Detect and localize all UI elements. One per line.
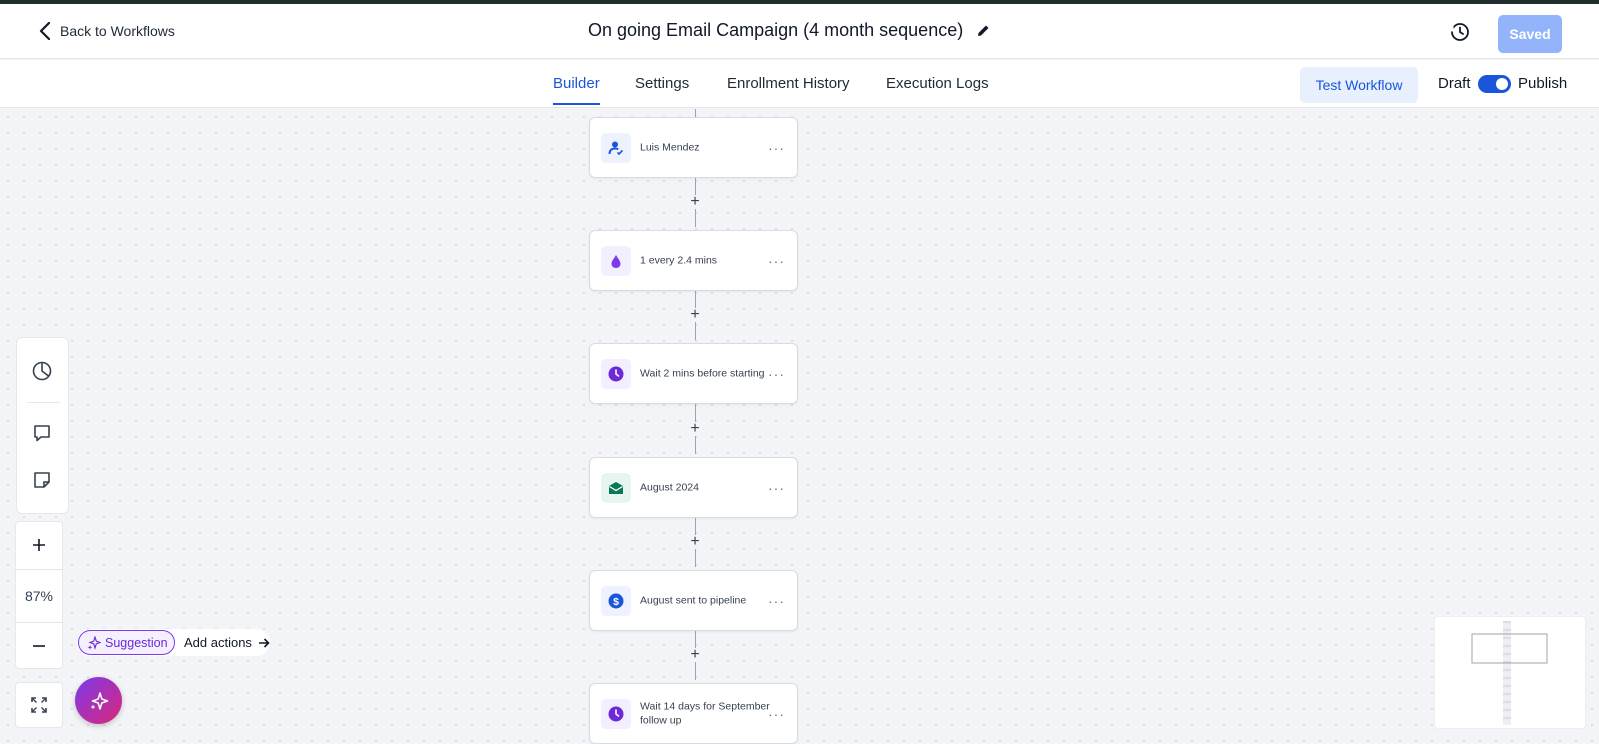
stats-button[interactable]: [31, 360, 53, 387]
add-actions-label: Add actions: [184, 635, 252, 650]
workflow-node-email[interactable]: August 2024 ···: [589, 457, 798, 518]
node-menu-button[interactable]: ···: [768, 253, 785, 269]
zoom-controls: 87%: [15, 521, 63, 669]
tab-enrollment-history[interactable]: Enrollment History: [727, 75, 850, 103]
draft-label: Draft: [1438, 75, 1471, 92]
sticky-note-icon: [34, 472, 50, 488]
divider: [27, 402, 60, 403]
workflow-canvas[interactable]: + + + + + Luis Mendez ··· 1 every 2.4 mi…: [0, 109, 1599, 744]
node-menu-button[interactable]: ···: [768, 140, 785, 156]
sparkle-icon: [87, 635, 101, 650]
canvas-tools-panel: [16, 337, 69, 514]
test-workflow-button[interactable]: Test Workflow: [1300, 67, 1418, 103]
tab-settings[interactable]: Settings: [635, 75, 689, 103]
drip-icon: [601, 246, 631, 276]
history-button[interactable]: [1450, 22, 1470, 47]
suggestion-pill[interactable]: Suggestion: [78, 630, 175, 655]
workflow-node-wait-14-days[interactable]: Wait 14 days for September follow up ···: [589, 683, 798, 744]
sticky-note-button[interactable]: [31, 469, 53, 496]
comment-icon: [34, 425, 50, 442]
minimap-preview: [1471, 621, 1548, 725]
toggle-knob: [1496, 78, 1508, 90]
minimap[interactable]: [1434, 616, 1586, 729]
workflow-title: On going Email Campaign (4 month sequenc…: [588, 20, 964, 40]
node-label: 1 every 2.4 mins: [640, 254, 718, 267]
header: Back to Workflows On going Email Campaig…: [0, 4, 1599, 59]
ai-assistant-button[interactable]: [75, 677, 122, 724]
workflow-node-assign-user[interactable]: Luis Mendez ···: [589, 117, 798, 178]
tabs-bar: Builder Settings Enrollment History Exec…: [0, 60, 1599, 108]
node-menu-button[interactable]: ···: [768, 593, 785, 609]
add-step-button[interactable]: +: [688, 194, 702, 210]
add-step-button[interactable]: +: [688, 421, 702, 437]
zoom-in-button[interactable]: [16, 522, 62, 567]
back-label: Back to Workflows: [60, 23, 175, 39]
dollar-icon: $: [601, 586, 631, 616]
workflow-node-drip[interactable]: 1 every 2.4 mins ···: [589, 230, 798, 291]
connector-line: [695, 109, 696, 117]
node-menu-button[interactable]: ···: [768, 480, 785, 496]
history-icon: [1450, 23, 1469, 41]
sparkle-icon: [90, 691, 108, 710]
suggestion-bar: Suggestion Add actions: [77, 629, 270, 656]
pencil-icon[interactable]: [977, 24, 990, 37]
workflow-node-wait[interactable]: Wait 2 mins before starting ···: [589, 343, 798, 404]
zoom-out-button[interactable]: [16, 623, 62, 668]
publish-toggle[interactable]: [1478, 75, 1511, 93]
add-actions-link[interactable]: Add actions: [184, 635, 270, 650]
clock-icon: [601, 699, 631, 729]
user-check-icon: [601, 133, 631, 163]
title-wrap: On going Email Campaign (4 month sequenc…: [588, 20, 990, 41]
node-label: Wait 14 days for September follow up: [640, 699, 770, 727]
workflow-node-pipeline[interactable]: $ August sent to pipeline ···: [589, 570, 798, 631]
pie-chart-icon: [32, 361, 52, 381]
svg-text:$: $: [613, 596, 619, 608]
minus-icon: [33, 644, 45, 647]
publish-label: Publish: [1518, 75, 1568, 92]
node-menu-button[interactable]: ···: [768, 706, 785, 722]
tab-execution-logs[interactable]: Execution Logs: [886, 75, 989, 103]
expand-icon: [31, 697, 47, 713]
zoom-level: 87%: [16, 569, 62, 623]
node-label: August 2024: [640, 481, 699, 494]
node-label: Luis Mendez: [640, 141, 700, 154]
saved-button[interactable]: Saved: [1498, 15, 1562, 53]
add-step-button[interactable]: +: [688, 534, 702, 550]
tab-builder[interactable]: Builder: [553, 75, 600, 105]
clock-icon: [601, 359, 631, 389]
plus-icon: [33, 538, 45, 551]
suggestion-label: Suggestion: [105, 635, 168, 650]
back-to-workflows-link[interactable]: Back to Workflows: [38, 22, 175, 40]
comment-button[interactable]: [31, 422, 53, 449]
chevron-left-icon: [39, 22, 51, 40]
arrow-right-icon: [258, 637, 270, 648]
add-step-button[interactable]: +: [688, 307, 702, 323]
email-icon: [601, 473, 631, 503]
fit-view-button[interactable]: [15, 682, 63, 728]
node-menu-button[interactable]: ···: [768, 366, 785, 382]
add-step-button[interactable]: +: [688, 647, 702, 663]
node-label: August sent to pipeline: [640, 594, 747, 607]
node-label: Wait 2 mins before starting: [640, 367, 765, 380]
